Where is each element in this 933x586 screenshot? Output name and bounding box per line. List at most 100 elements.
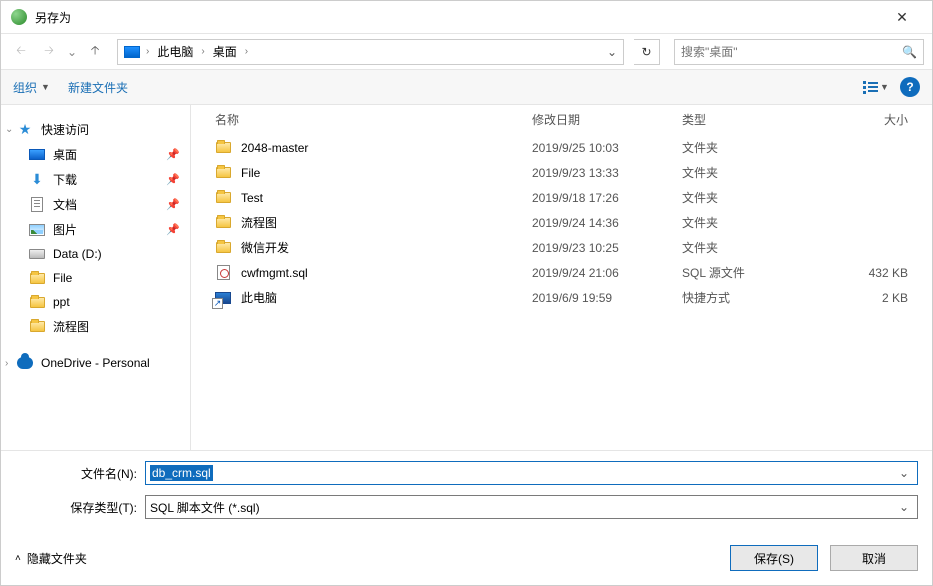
filetype-dropdown[interactable]: ⌄ <box>895 500 913 514</box>
file-date: 2019/9/24 21:06 <box>532 266 682 280</box>
table-row[interactable]: 2048-master2019/9/25 10:03文件夹 <box>191 135 932 160</box>
sidebar-item-downloads[interactable]: ⬇ 下载 📌 <box>1 167 190 192</box>
history-dropdown[interactable]: ⌄ <box>65 45 79 59</box>
title-bar: 另存为 ✕ <box>1 1 932 33</box>
filename-field[interactable]: db_crm.sql ⌄ <box>145 461 918 485</box>
sidebar-item-label: 下载 <box>53 171 77 188</box>
table-row[interactable]: Test 2019/9/18 17:26文件夹 <box>191 185 932 210</box>
save-button[interactable]: 保存(S) <box>730 545 818 571</box>
file-size: 2 KB <box>822 291 922 305</box>
sidebar-item-documents[interactable]: 文档 📌 <box>1 192 190 217</box>
pc-shortcut-icon <box>215 292 231 304</box>
folder-icon <box>30 321 45 332</box>
table-row[interactable]: 此电脑2019/6/9 19:59快捷方式2 KB <box>191 285 932 310</box>
sidebar-item-onedrive[interactable]: › OneDrive - Personal <box>1 351 190 375</box>
file-name: cwfmgmt.sql <box>241 266 308 280</box>
sidebar-item-label: 桌面 <box>53 146 77 163</box>
chevron-down-icon: ⌄ <box>5 124 13 135</box>
column-name[interactable]: 名称 <box>201 111 532 128</box>
sql-file-icon <box>217 265 230 280</box>
up-button[interactable]: 🡡 <box>83 40 107 64</box>
sidebar-item-label: OneDrive - Personal <box>41 356 150 370</box>
file-date: 2019/9/24 14:36 <box>532 216 682 230</box>
chevron-right-icon: › <box>146 46 149 57</box>
refresh-button[interactable]: ↻ <box>634 39 660 65</box>
file-name: 2048-master <box>241 141 308 155</box>
footer: ˄ 隐藏文件夹 保存(S) 取消 <box>1 529 932 585</box>
filename-label: 文件名(N): <box>15 465 145 482</box>
view-options-button[interactable]: ▼ <box>862 79 890 95</box>
sidebar-item-desktop[interactable]: 桌面 📌 <box>1 142 190 167</box>
sidebar-item-label: File <box>53 271 72 285</box>
document-icon <box>31 197 43 212</box>
hide-folders-toggle[interactable]: ˄ 隐藏文件夹 <box>15 550 87 567</box>
chevron-down-icon: ▼ <box>41 82 50 92</box>
filetype-row: 保存类型(T): SQL 脚本文件 (*.sql) ⌄ <box>15 495 918 519</box>
close-button[interactable]: ✕ <box>882 9 922 26</box>
search-input[interactable] <box>681 45 902 59</box>
file-type: 快捷方式 <box>682 289 822 306</box>
sidebar-quick-access[interactable]: ⌄ ★ 快速访问 <box>1 117 190 142</box>
search-icon[interactable]: 🔍 <box>902 45 917 59</box>
sidebar-item-flow[interactable]: 流程图 <box>1 314 190 339</box>
address-bar[interactable]: › 此电脑 › 桌面 › ⌄ <box>117 39 624 65</box>
folder-icon <box>30 273 45 284</box>
table-row[interactable]: cwfmgmt.sql2019/9/24 21:06SQL 源文件432 KB <box>191 260 932 285</box>
pictures-icon <box>29 224 45 236</box>
back-button[interactable]: 🡠 <box>9 40 33 64</box>
drive-icon <box>29 249 45 259</box>
sidebar-item-label: ppt <box>53 295 70 309</box>
file-type: 文件夹 <box>682 139 822 156</box>
column-date[interactable]: 修改日期 <box>532 111 682 128</box>
file-name: Test <box>241 191 263 205</box>
table-row[interactable]: 流程图 2019/9/24 14:36文件夹 <box>191 210 932 235</box>
file-type: 文件夹 <box>682 214 822 231</box>
file-date: 2019/9/18 17:26 <box>532 191 682 205</box>
sidebar-item-label: 图片 <box>53 221 77 238</box>
filename-input[interactable]: db_crm.sql <box>150 465 213 481</box>
forward-button[interactable]: 🡢 <box>37 40 61 64</box>
file-date: 2019/9/23 10:25 <box>532 241 682 255</box>
cancel-button[interactable]: 取消 <box>830 545 918 571</box>
filetype-value: SQL 脚本文件 (*.sql) <box>150 499 260 516</box>
file-size: 432 KB <box>822 266 922 280</box>
sidebar-item-ppt[interactable]: ppt <box>1 290 190 314</box>
address-dropdown[interactable]: ⌄ <box>607 45 617 59</box>
sidebar-item-file[interactable]: File <box>1 266 190 290</box>
help-button[interactable]: ? <box>900 77 920 97</box>
filetype-field[interactable]: SQL 脚本文件 (*.sql) ⌄ <box>145 495 918 519</box>
breadcrumb-root[interactable]: 此电脑 <box>155 43 195 60</box>
filename-dropdown[interactable]: ⌄ <box>895 466 913 480</box>
folder-icon <box>30 297 45 308</box>
file-name: 微信开发 <box>241 239 289 256</box>
folder-icon <box>216 167 231 178</box>
toolbar: 组织 ▼ 新建文件夹 ▼ ? <box>1 69 932 105</box>
cloud-icon <box>17 357 33 369</box>
hide-folders-label: 隐藏文件夹 <box>27 550 87 567</box>
table-row[interactable]: File2019/9/23 13:33文件夹 <box>191 160 932 185</box>
file-list[interactable]: 2048-master2019/9/25 10:03文件夹File2019/9/… <box>191 135 932 450</box>
file-type: 文件夹 <box>682 239 822 256</box>
column-type[interactable]: 类型 <box>682 111 822 128</box>
file-type: 文件夹 <box>682 189 822 206</box>
pin-icon: 📌 <box>166 223 180 236</box>
sidebar-item-label: 快速访问 <box>41 121 89 138</box>
sidebar-item-label: 流程图 <box>53 318 89 335</box>
new-folder-button[interactable]: 新建文件夹 <box>68 79 128 96</box>
file-area: 名称 修改日期 类型 大小 2048-master2019/9/25 10:03… <box>191 105 932 450</box>
column-size[interactable]: 大小 <box>822 111 922 128</box>
file-name: 此电脑 <box>241 289 277 306</box>
main-area: ⌄ ★ 快速访问 桌面 📌 ⬇ 下载 📌 文档 📌 图片 📌 Data (D:) <box>1 105 932 450</box>
breadcrumb-location[interactable]: 桌面 <box>211 43 239 60</box>
app-icon <box>11 9 27 25</box>
desktop-icon <box>29 149 45 160</box>
pin-icon: 📌 <box>166 148 180 161</box>
organize-button[interactable]: 组织 ▼ <box>13 79 50 96</box>
sidebar-item-pictures[interactable]: 图片 📌 <box>1 217 190 242</box>
table-row[interactable]: 微信开发 2019/9/23 10:25文件夹 <box>191 235 932 260</box>
file-name: 流程图 <box>241 214 277 231</box>
folder-icon <box>216 192 231 203</box>
column-headers: 名称 修改日期 类型 大小 <box>191 105 932 135</box>
search-box[interactable]: 🔍 <box>674 39 924 65</box>
sidebar-item-data-drive[interactable]: Data (D:) <box>1 242 190 266</box>
